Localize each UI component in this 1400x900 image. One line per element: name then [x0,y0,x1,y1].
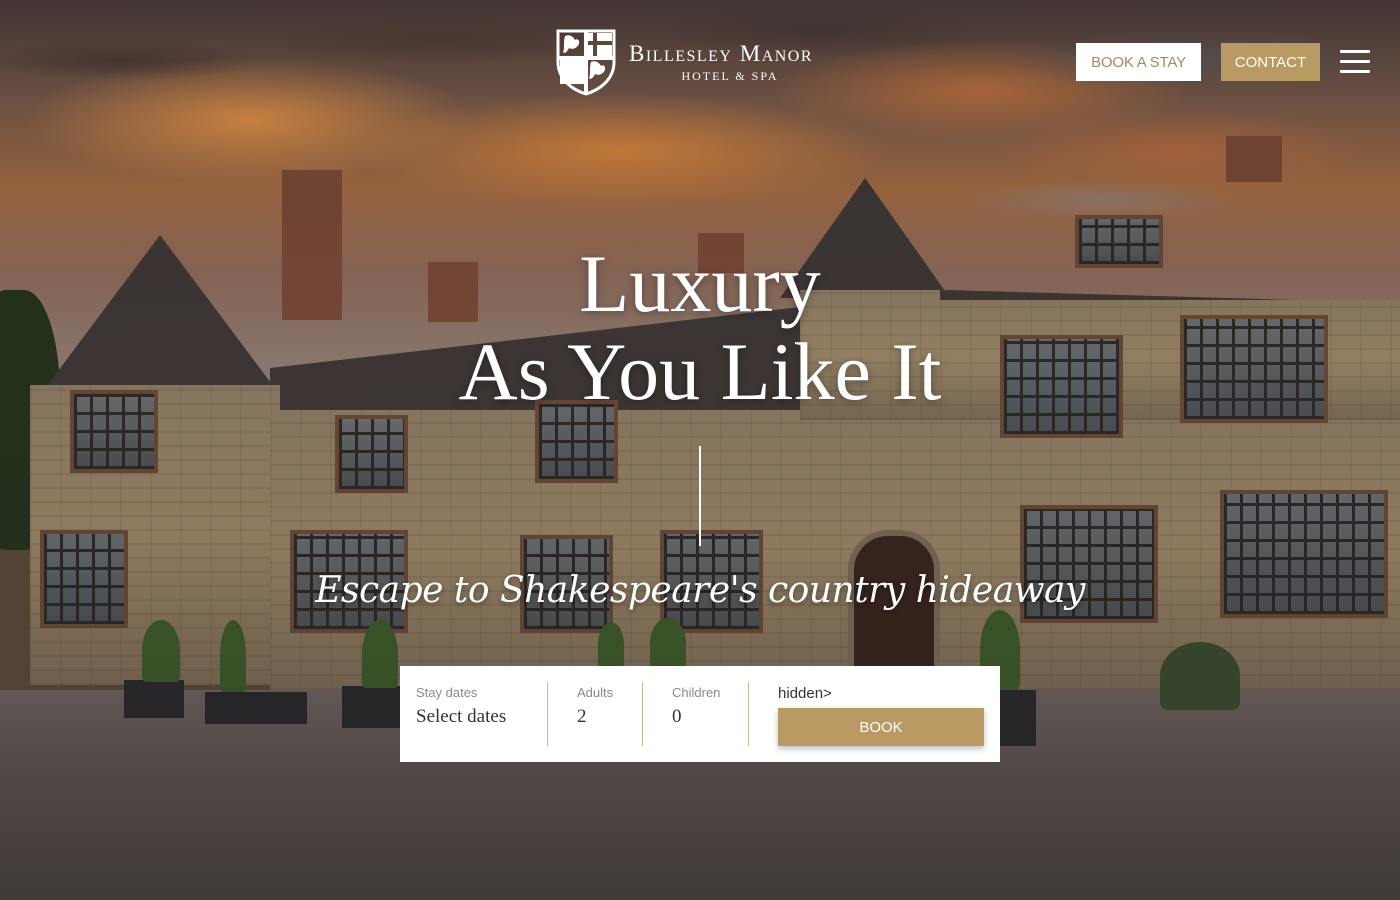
stray-hidden-text: hidden> [778,685,832,702]
contact-button[interactable]: CONTACT [1221,43,1320,81]
brand-name: Billesley Manor [629,40,814,66]
children-label: Children [672,685,721,700]
children-field[interactable]: Children 0 [672,666,742,762]
crest-shield-icon [556,29,616,96]
field-separator [748,682,749,746]
adults-field[interactable]: Adults 2 [577,666,637,762]
children-value: 0 [672,706,682,727]
stay-dates-label: Stay dates [416,685,478,700]
hamburger-menu-icon[interactable] [1340,50,1370,74]
headline-line-2: As You Like It [458,326,942,417]
adults-value: 2 [577,706,587,727]
booking-widget: Stay dates Select dates Adults 2 Childre… [400,666,1000,762]
hero-tagline: Escape to Shakespeare's country hideaway [315,570,1085,611]
hero-divider [699,446,701,546]
stay-dates-field[interactable]: Stay dates Select dates [416,666,546,762]
book-button[interactable]: BOOK [778,708,984,746]
menu-bar [1340,60,1370,63]
stay-dates-value: Select dates [416,706,507,727]
menu-bar [1340,50,1370,53]
brand-logo[interactable]: Billesley Manor HOTEL & SPA [555,28,813,96]
field-separator [642,682,643,746]
brand-wordmark: Billesley Manor HOTEL & SPA [629,41,813,84]
menu-bar [1340,70,1370,73]
field-separator [547,682,548,746]
headline-line-1: Luxury [579,238,821,329]
adults-label: Adults [577,685,614,700]
brand-subtitle: HOTEL & SPA [681,68,779,83]
book-a-stay-button[interactable]: BOOK A STAY [1076,43,1201,81]
hero-headline: Luxury As You Like It [0,240,1400,416]
